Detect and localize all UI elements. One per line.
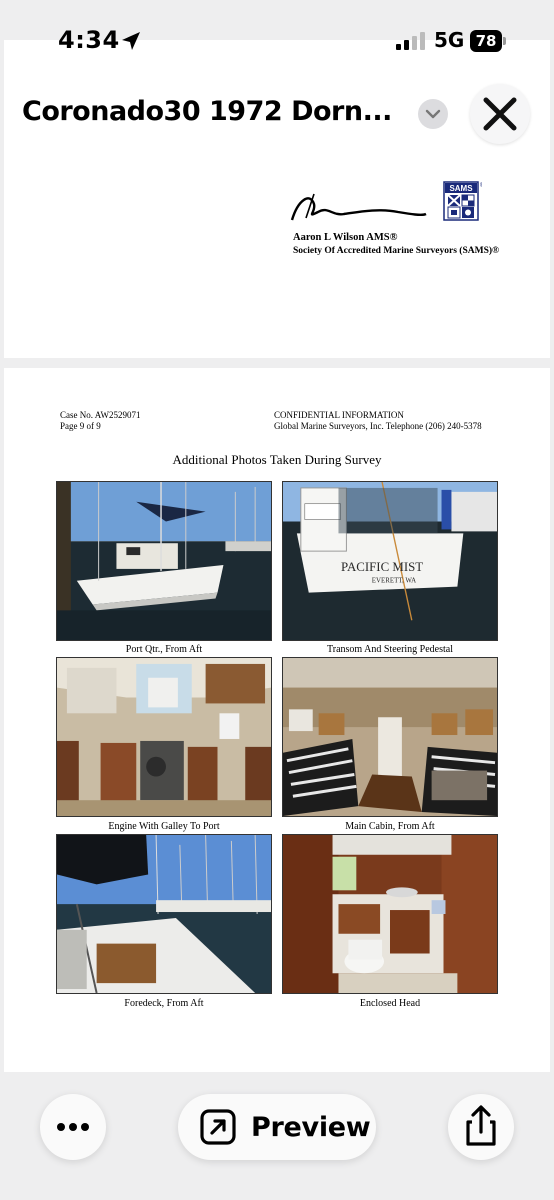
ellipsis-icon <box>57 1123 89 1131</box>
document-header: Coronado30 1972 Dorn... <box>0 82 554 146</box>
close-button[interactable] <box>470 84 530 144</box>
title-menu-button[interactable] <box>418 99 448 129</box>
photo-transom: PACIFIC MIST EVERETT, WA <box>282 481 498 641</box>
network-type: 5G <box>434 28 465 52</box>
open-external-icon <box>200 1109 236 1145</box>
page-header-left: Case No. AW2529071 Page 9 of 9 <box>60 410 141 432</box>
surveyor-signature-block: Aaron L Wilson AMS® Society Of Accredite… <box>288 190 518 260</box>
photo-port-quarter <box>56 481 272 641</box>
surveyor-name: Aaron L Wilson AMS® <box>293 232 398 243</box>
photo-caption: Transom And Steering Pedestal <box>326 644 453 655</box>
bottom-toolbar: Preview <box>0 1090 554 1200</box>
location-arrow-icon <box>122 32 140 50</box>
surveyor-organization: Society Of Accredited Marine Surveyors (… <box>293 246 500 256</box>
photo-caption: Enclosed Head <box>359 998 421 1009</box>
share-icon <box>466 1105 496 1146</box>
case-number: Case No. AW2529071 <box>60 410 141 420</box>
photo-caption: Main Cabin, From Aft <box>345 821 435 832</box>
preview-button-label: Preview <box>251 1112 371 1143</box>
photos-heading: Additional Photos Taken During Survey <box>172 452 382 467</box>
photo-main-cabin <box>282 657 498 817</box>
sams-logo-text: SAMS <box>449 184 473 193</box>
photo-caption: Port Qtr., From Aft <box>125 644 203 655</box>
photo-foredeck <box>56 834 272 994</box>
document-page-9: Case No. AW2529071 Page 9 of 9 CONFIDENT… <box>4 368 550 1072</box>
more-button[interactable] <box>40 1094 106 1160</box>
preview-button[interactable]: Preview <box>178 1094 376 1160</box>
company-info: Global Marine Surveyors, Inc. Telephone … <box>274 421 482 431</box>
photo-caption: Engine With Galley To Port <box>108 821 220 832</box>
page-number: Page 9 of 9 <box>60 421 101 431</box>
signature-scribble <box>290 193 427 221</box>
photo-caption: Foredeck, From Aft <box>124 998 204 1009</box>
svg-text:®: ® <box>480 182 482 189</box>
clock: 4:34 <box>58 26 120 54</box>
page-header-right: CONFIDENTIAL INFORMATION Global Marine S… <box>274 410 482 432</box>
photo-engine-galley <box>56 657 272 817</box>
cellular-signal-icon <box>396 32 426 50</box>
chevron-down-icon <box>425 109 441 119</box>
close-icon <box>483 97 517 131</box>
photo-enclosed-head <box>282 834 498 994</box>
transom-home-port: EVERETT, WA <box>372 578 416 585</box>
sams-logo: SAMS ® <box>442 180 485 222</box>
share-button[interactable] <box>448 1094 514 1160</box>
transom-boat-name: PACIFIC MIST <box>341 560 423 574</box>
document-title[interactable]: Coronado30 1972 Dorn... <box>22 96 392 127</box>
status-bar: 4:34 5G 78 <box>0 0 554 80</box>
battery-level: 78 <box>470 30 502 52</box>
confidential-label: CONFIDENTIAL INFORMATION <box>274 410 404 420</box>
battery-icon: 78 <box>470 30 506 52</box>
